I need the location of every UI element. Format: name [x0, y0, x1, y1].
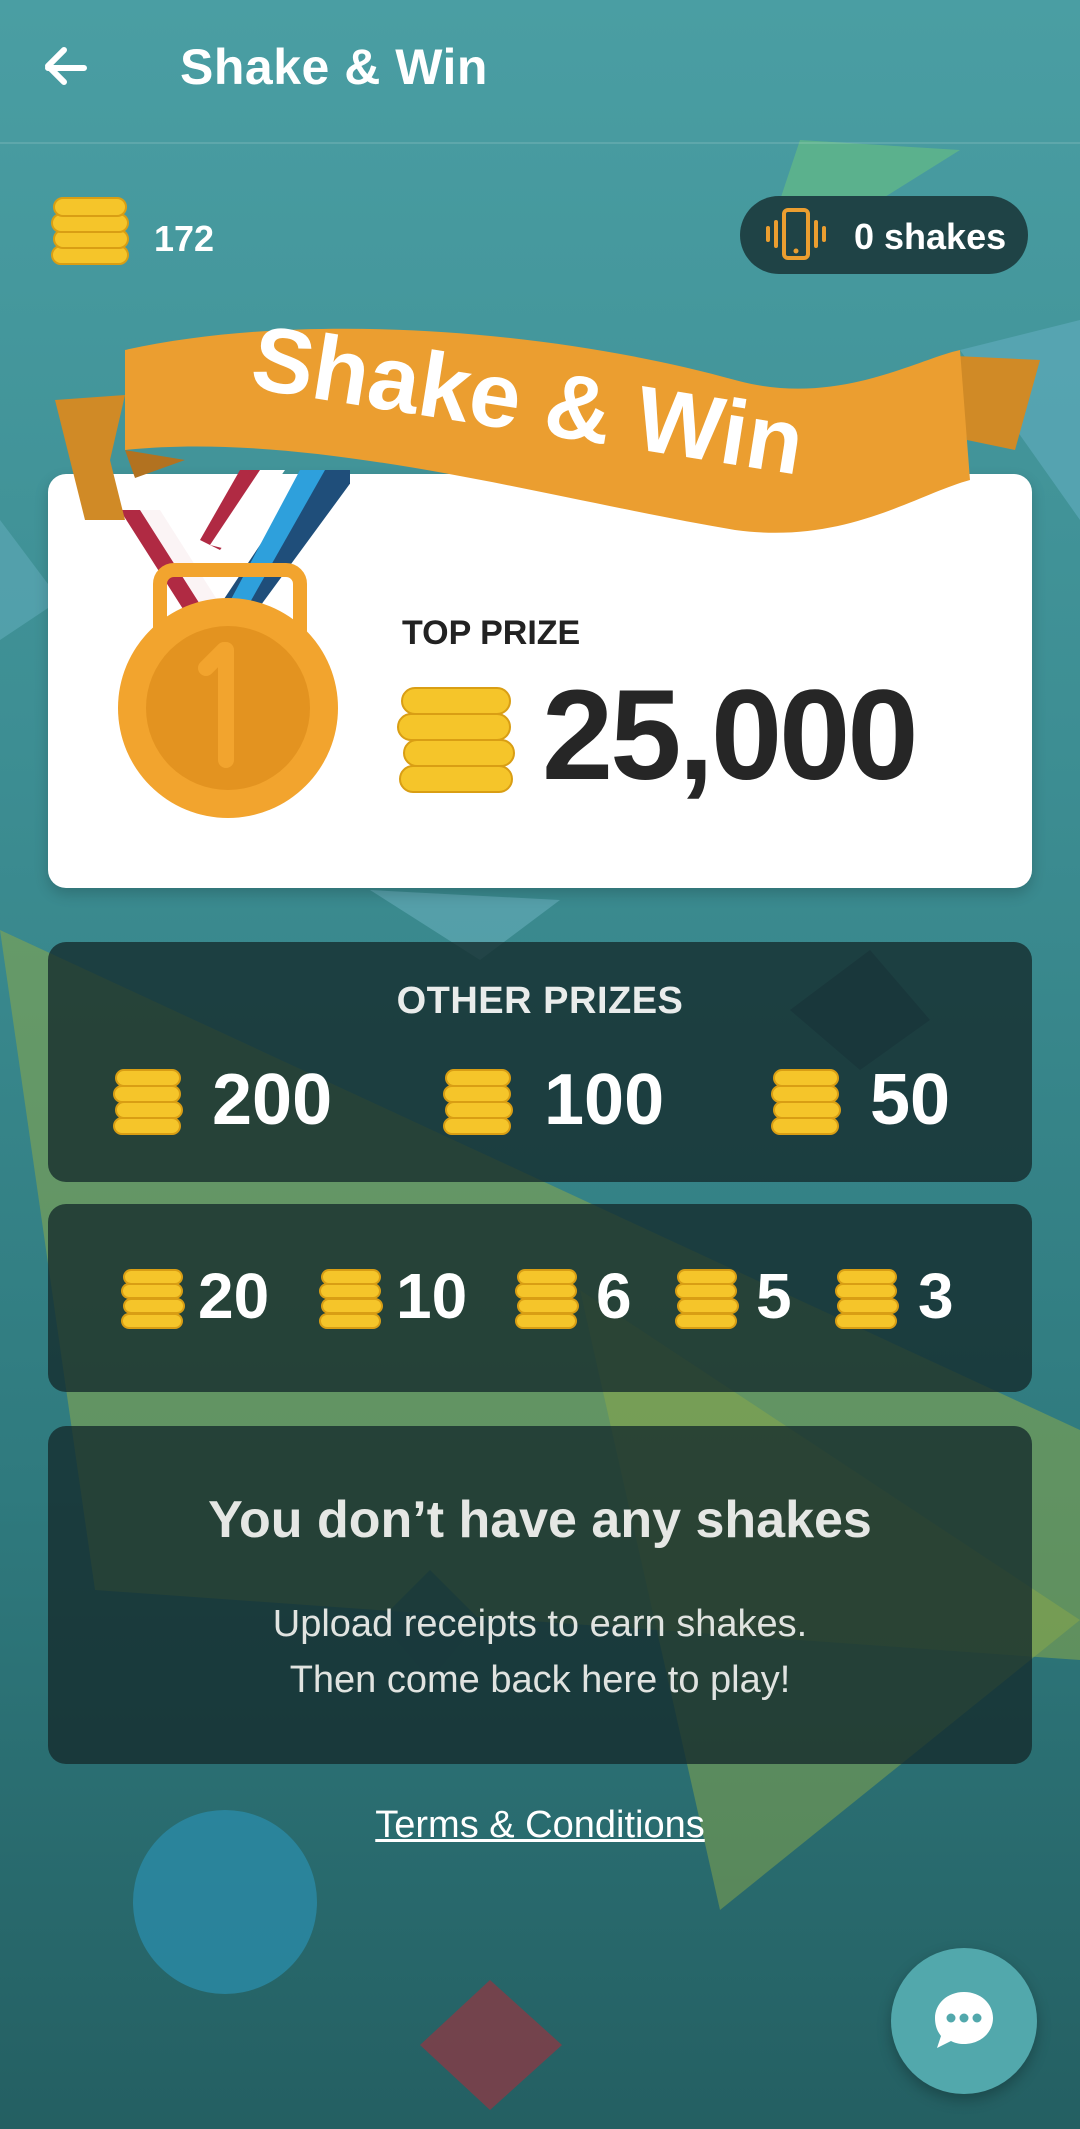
back-button[interactable]	[36, 34, 102, 100]
prize-value: 5	[756, 1260, 792, 1332]
coin-balance-value: 172	[154, 218, 215, 259]
coin-stack-icon	[319, 1269, 383, 1329]
phone-shake-icon	[766, 208, 826, 260]
terms-container: Terms & Conditions	[0, 1804, 1080, 1847]
prize-item: 20	[120, 1264, 300, 1344]
coin-stack-icon	[443, 1069, 513, 1135]
small-prizes-panel: 20 10 6 5 3	[48, 1204, 1032, 1392]
prize-item: 50	[770, 1064, 990, 1144]
prize-value: 10	[396, 1260, 468, 1332]
prize-value: 6	[596, 1260, 632, 1332]
no-shakes-message: You don’t have any shakes Upload receipt…	[48, 1426, 1032, 1764]
coin-stack-icon	[771, 1069, 841, 1135]
prize-item: 5	[674, 1264, 814, 1344]
coin-stack-icon	[121, 1269, 185, 1329]
back-arrow-icon	[45, 47, 87, 85]
top-prize-label: TOP PRIZE	[402, 614, 581, 652]
other-prizes-title: OTHER PRIZES	[396, 980, 684, 1022]
prize-item: 10	[318, 1264, 488, 1344]
prize-value: 200	[212, 1060, 333, 1140]
no-shakes-line-2: Then come back here to play!	[289, 1659, 791, 1701]
terms-link[interactable]: Terms & Conditions	[375, 1804, 704, 1846]
prize-value: 100	[544, 1060, 665, 1140]
coin-stack-icon	[515, 1269, 579, 1329]
prize-value: 3	[918, 1260, 954, 1332]
no-shakes-line-1: Upload receipts to earn shakes.	[272, 1603, 808, 1645]
coin-stack-icon	[51, 197, 129, 265]
no-shakes-title: You don’t have any shakes	[208, 1491, 872, 1549]
prize-item: 200	[112, 1064, 352, 1144]
page-title: Shake & Win	[180, 39, 488, 95]
no-shakes-body: Upload receipts to earn shakes. Then com…	[48, 1596, 1032, 1708]
coin-stack-icon	[835, 1269, 899, 1329]
prize-value: 20	[198, 1260, 270, 1332]
top-prize-value: 25,000	[542, 664, 918, 807]
coin-stack-icon	[113, 1069, 183, 1135]
chat-icon	[935, 1992, 993, 2048]
chat-button[interactable]	[891, 1948, 1037, 2094]
prize-item: 6	[514, 1264, 654, 1344]
app-bar: Shake & Win	[0, 0, 1080, 144]
coin-stack-icon	[397, 687, 515, 793]
shake-and-win-banner: Shake & Win	[55, 320, 1040, 533]
coin-stack-icon	[675, 1269, 739, 1329]
shakes-count-label: 0 shakes	[854, 216, 1007, 257]
prize-item: 100	[442, 1064, 682, 1144]
prize-value: 50	[870, 1060, 951, 1140]
other-prizes-panel: OTHER PRIZES 200 100 50	[48, 942, 1032, 1182]
prize-item: 3	[834, 1264, 974, 1344]
shakes-count-badge[interactable]: 0 shakes	[740, 196, 1028, 274]
